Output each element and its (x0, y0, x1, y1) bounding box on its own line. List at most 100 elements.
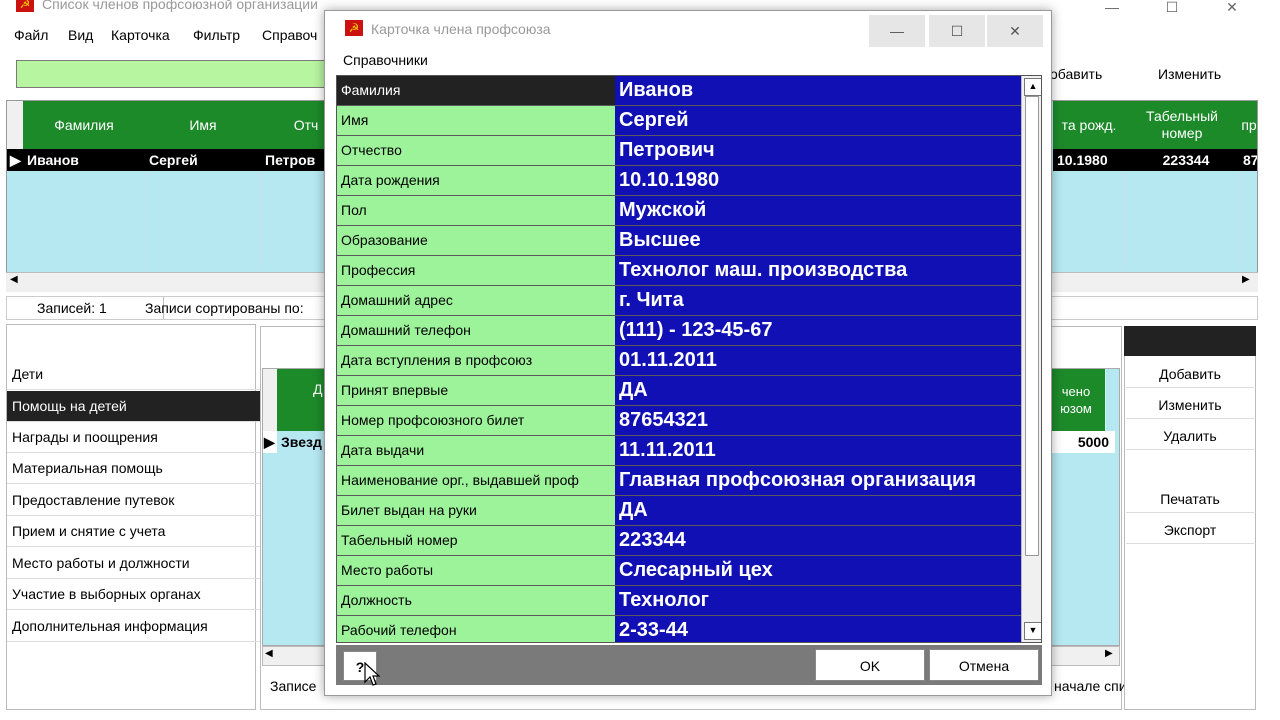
field-label: Дата вступления в профсоюз (337, 346, 620, 376)
app-icon: ☭ (345, 20, 363, 36)
field-label: Отчество (337, 136, 620, 166)
export-button[interactable]: Экспорт (1126, 516, 1254, 544)
field-label: Номер профсоюзного билет (337, 406, 620, 436)
grid-header-name[interactable]: Имя (145, 101, 262, 149)
field-value[interactable]: г. Чита (615, 286, 1021, 316)
field-value[interactable]: Мужской (615, 196, 1021, 226)
grid-cell-surname[interactable]: Иванов (23, 149, 149, 171)
ok-button[interactable]: OK (815, 649, 925, 681)
menu-card[interactable]: Карточка (111, 27, 170, 43)
dialog-maximize-button[interactable]: ☐ (929, 15, 985, 47)
field-value[interactable]: Слесарный цех (615, 556, 1021, 586)
grid-cell-birthdate[interactable]: 10.1980 (1053, 149, 1129, 171)
add-button[interactable]: Добавить (1126, 360, 1254, 388)
detail-cell-right[interactable]: 5000 (1047, 431, 1115, 453)
grid-header-tab-number[interactable]: Табельный номер (1125, 101, 1240, 149)
detail-status: Записе (270, 678, 317, 694)
grid-row-indicator-header (7, 101, 24, 149)
field-value[interactable]: 10.10.1980 (615, 166, 1021, 196)
field-label: Имя (337, 106, 620, 136)
grid-cell-name[interactable]: Сергей (145, 149, 265, 171)
field-row: Принят впервые ДА (337, 376, 1021, 406)
field-value[interactable]: 11.11.2011 (615, 436, 1021, 466)
section-menu: Дети Помощь на детей Награды и поощрения… (6, 324, 262, 710)
menu-file[interactable]: Файл (14, 27, 48, 43)
main-close-button[interactable]: ✕ (1206, 0, 1258, 22)
scroll-thumb[interactable] (1025, 96, 1039, 556)
field-value[interactable]: Высшее (615, 226, 1021, 256)
field-value[interactable]: Петрович (615, 136, 1021, 166)
field-value[interactable]: (111) - 123-45-67 (615, 316, 1021, 346)
dialog-minimize-button[interactable]: — (869, 15, 925, 47)
grid-column-line (1239, 171, 1240, 271)
menu-directories[interactable]: Справоч (262, 27, 317, 43)
grid-header-birthdate[interactable]: та рожд. (1053, 101, 1126, 149)
field-value[interactable]: ДА (615, 496, 1021, 526)
main-edit-button[interactable]: Изменить (1158, 66, 1221, 82)
field-value[interactable]: Сергей (615, 106, 1021, 136)
grid-column-line (1125, 171, 1126, 271)
delete-button[interactable]: Удалить (1126, 422, 1254, 450)
field-row: Отчество Петрович (337, 136, 1021, 166)
main-maximize-button[interactable]: ☐ (1146, 0, 1198, 22)
section-item-workplace[interactable]: Место работы и должности (7, 548, 262, 579)
fields-vscroll[interactable]: ▲ ▼ (1021, 76, 1041, 642)
field-label: Образование (337, 226, 620, 256)
section-item-registration[interactable]: Прием и снятие с учета (7, 516, 262, 547)
print-button[interactable]: Печатать (1126, 485, 1254, 513)
section-item-elected-bodies[interactable]: Участие в выборных органах (7, 579, 262, 610)
scroll-right-icon[interactable]: ▶ (1105, 648, 1113, 659)
main-window-title: Список членов профсоюзной организации (42, 0, 318, 12)
scroll-right-icon[interactable]: ▶ (1242, 274, 1250, 285)
field-value[interactable]: Технолог маш. производства (615, 256, 1021, 286)
section-item-additional-info[interactable]: Дополнительная информация (7, 611, 262, 642)
field-row: Дата выдачи 11.11.2011 (337, 436, 1021, 466)
detail-header-right[interactable]: чено юзом (1047, 369, 1106, 431)
app-icon: ☭ (16, 0, 34, 12)
field-label: Наименование орг., выдавшей проф (337, 466, 620, 496)
main-minimize-button[interactable]: — (1086, 0, 1138, 22)
search-input[interactable] (16, 60, 336, 88)
field-value[interactable]: ДА (615, 376, 1021, 406)
field-value[interactable]: Главная профсоюзная организация (615, 466, 1021, 496)
field-value[interactable]: 01.11.2011 (615, 346, 1021, 376)
section-item-child-aid[interactable]: Помощь на детей (7, 391, 262, 422)
field-value[interactable]: 2-33-44 (615, 616, 1021, 642)
field-row: Имя Сергей (337, 106, 1021, 136)
grid-cell-extra[interactable]: 87 (1239, 149, 1257, 171)
menu-filter[interactable]: Фильтр (193, 27, 240, 43)
dialog-menu-directories[interactable]: Справочники (343, 52, 428, 68)
field-value[interactable]: 223344 (615, 526, 1021, 556)
section-item-children[interactable]: Дети (7, 359, 262, 390)
field-label: Фамилия (337, 76, 620, 106)
cancel-button[interactable]: Отмена (929, 649, 1039, 681)
field-label: Домашний адрес (337, 286, 620, 316)
field-label: Место работы (337, 556, 620, 586)
scroll-down-icon[interactable]: ▼ (1024, 622, 1041, 640)
field-row: Наименование орг., выдавшей проф Главная… (337, 466, 1021, 496)
scroll-up-icon[interactable]: ▲ (1024, 78, 1041, 96)
grid-header-surname[interactable]: Фамилия (23, 101, 146, 149)
dialog-close-button[interactable]: ✕ (987, 15, 1043, 47)
section-item-material-aid[interactable]: Материальная помощь (7, 453, 262, 484)
sort-status: Записи сортированы по: (135, 297, 346, 319)
field-row: Должность Технолог (337, 586, 1021, 616)
section-item-vouchers[interactable]: Предоставление путевок (7, 485, 262, 516)
grid-header-extra[interactable]: пр (1239, 101, 1257, 149)
edit-button[interactable]: Изменить (1126, 391, 1254, 419)
grid-cell-tab-number[interactable]: 223344 (1125, 149, 1243, 171)
scroll-left-icon[interactable]: ◀ (10, 274, 18, 285)
section-item-awards[interactable]: Награды и поощрения (7, 422, 262, 453)
field-row: Домашний телефон (111) - 123-45-67 (337, 316, 1021, 346)
field-value[interactable]: Технолог (615, 586, 1021, 616)
main-add-button[interactable]: обавить (1050, 66, 1102, 82)
field-label: Профессия (337, 256, 620, 286)
menu-view[interactable]: Вид (68, 27, 93, 43)
field-label: Рабочий телефон (337, 616, 620, 642)
field-label: Табельный номер (337, 526, 620, 556)
field-value[interactable]: 87654321 (615, 406, 1021, 436)
field-row: Место работы Слесарный цех (337, 556, 1021, 586)
field-row: Номер профсоюзного билет 87654321 (337, 406, 1021, 436)
scroll-left-icon[interactable]: ◀ (265, 648, 273, 659)
field-value[interactable]: Иванов (615, 76, 1021, 106)
